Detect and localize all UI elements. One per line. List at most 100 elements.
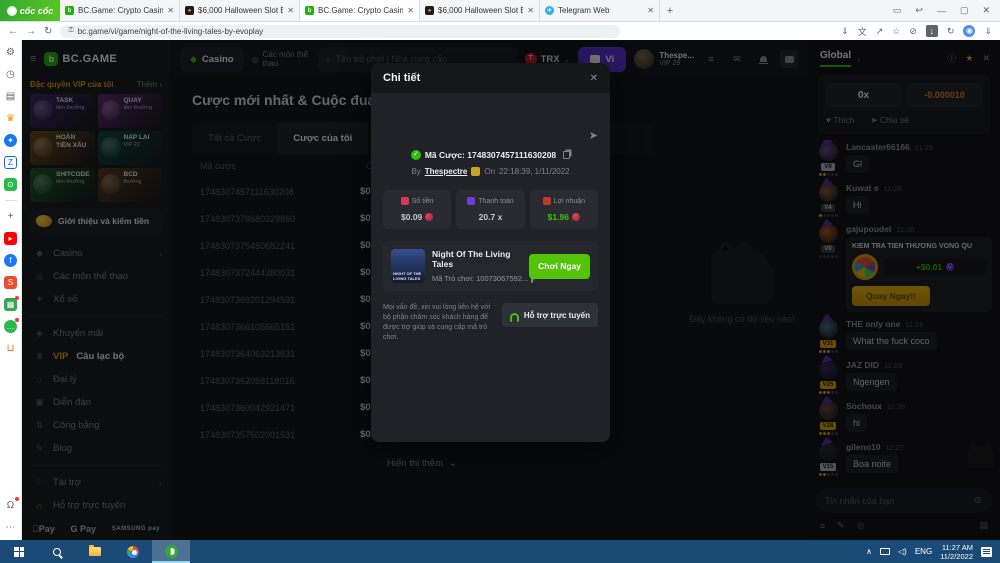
browser-tab[interactable]: ●$6,000 Halloween Slot Battle✕ <box>180 0 300 21</box>
reading-list-icon[interactable]: ▤ <box>4 90 17 103</box>
game-thumbnail[interactable]: NIGHT OF THE LIVING TALES <box>391 249 425 283</box>
reader-mode-icon[interactable]: ▭ <box>893 5 902 16</box>
halloween-favicon: ● <box>425 6 434 15</box>
network-icon[interactable] <box>880 548 890 555</box>
address-bar[interactable]: ⚿ bc.game/vi/game/night-of-the-living-ta… <box>60 25 620 38</box>
browser-logo[interactable]: cốc cốc <box>0 0 60 21</box>
forward-icon[interactable]: → <box>26 26 36 37</box>
tab-close-icon[interactable]: ✕ <box>527 6 534 15</box>
start-button[interactable] <box>0 540 38 563</box>
file-explorer-button[interactable] <box>76 540 114 563</box>
facebook-icon[interactable]: f <box>4 254 17 267</box>
back-icon[interactable]: ← <box>8 26 18 37</box>
share-icon[interactable]: ➤ <box>589 129 598 142</box>
folder-icon <box>89 547 101 556</box>
coccoc-icon <box>165 545 178 558</box>
notifications-icon[interactable]: Ω <box>4 499 17 512</box>
stat-value: 20.7 x <box>460 212 520 222</box>
maximize-icon[interactable]: ▢ <box>960 5 969 16</box>
language-indicator[interactable]: ENG <box>915 547 932 556</box>
trx-coin-icon <box>425 213 433 221</box>
clock[interactable]: 11:27 AM 11/2/2022 <box>940 543 973 561</box>
chat-app-icon[interactable]: … <box>4 320 17 333</box>
browser-tab[interactable]: ✈Telegram Web✕ <box>540 0 660 21</box>
bookmark-star-icon[interactable]: ☆ <box>892 26 900 37</box>
emoji-badge <box>471 167 480 176</box>
chrome-icon <box>127 546 139 558</box>
tab-title: BC.Game: Crypto Casino Gan <box>78 6 163 15</box>
minimize-icon[interactable]: — <box>937 6 946 16</box>
browser-toolbar: ← → ↻ ⚿ bc.game/vi/game/night-of-the-liv… <box>0 22 1000 40</box>
tab-close-icon[interactable]: ✕ <box>407 6 414 15</box>
adblock-icon[interactable]: ⊘ <box>909 26 917 37</box>
stat-icon <box>467 197 475 205</box>
share-icon[interactable]: ↗ <box>876 26 884 37</box>
windows-icon <box>14 547 24 557</box>
action-center-icon[interactable] <box>981 547 992 557</box>
notification-dot <box>15 296 19 300</box>
bcgame-favicon: b <box>65 6 74 15</box>
game-card: NIGHT OF THE LIVING TALES Night Of The L… <box>383 241 598 291</box>
telegram-favicon: ✈ <box>545 6 554 15</box>
lock-icon: ⚿ <box>68 27 73 35</box>
more-icon[interactable]: ⋯ <box>4 521 17 534</box>
download-icon[interactable]: ↓ <box>926 25 938 37</box>
taskbar-search-button[interactable] <box>38 540 76 563</box>
youtube-icon[interactable]: ▸ <box>4 232 17 245</box>
gamepad-icon[interactable]: ⊙ <box>4 178 17 191</box>
headset-icon <box>510 313 519 319</box>
cart-icon[interactable]: ⊔ <box>4 342 17 355</box>
volume-icon[interactable]: ◁) <box>898 547 907 556</box>
send-to-device-icon[interactable]: ↩ <box>915 5 923 16</box>
stat-label: Lợi nhuận <box>554 198 585 205</box>
live-support-button[interactable]: Hỗ trợ trực tuyến <box>502 303 598 327</box>
verified-check-icon: ✓ <box>411 150 421 160</box>
coccoc-button[interactable] <box>152 540 190 563</box>
extensions-icon[interactable]: ↻ <box>947 26 955 37</box>
browser-tab[interactable]: b BC.Game: Crypto Casino Gan ✕ <box>60 0 180 21</box>
coccoc-logo-icon <box>7 6 17 16</box>
rewards-icon[interactable]: ▦ <box>4 298 17 311</box>
browser-brand-label: cốc cốc <box>20 6 54 16</box>
stat-icon <box>401 197 409 205</box>
add-icon[interactable]: + <box>4 210 17 223</box>
zalo-icon[interactable]: Z <box>4 156 17 169</box>
game-title: Night Of The Living Tales <box>432 249 522 269</box>
new-tab-button[interactable]: + <box>660 0 680 21</box>
browser-tab[interactable]: bBC.Game: Crypto Casino Gan✕ <box>300 0 420 21</box>
stat-lợi-nhuận: Lợi nhuận $1.96 <box>530 190 598 229</box>
downloads-tray-icon[interactable]: ⇓ <box>984 26 992 37</box>
stat-value: $1.96 <box>534 212 594 222</box>
bettor-username-link[interactable]: Thespectre <box>425 167 468 176</box>
messenger-icon[interactable]: ✦ <box>4 134 17 147</box>
tab-title: BC.Game: Crypto Casino Gan <box>318 6 403 15</box>
chrome-button[interactable] <box>114 540 152 563</box>
shopee-icon[interactable]: S <box>4 276 17 289</box>
save-page-icon[interactable]: ⇓ <box>841 26 849 37</box>
close-icon[interactable]: ✕ <box>982 5 990 16</box>
settings-icon[interactable]: ⚙ <box>4 46 17 59</box>
tab-close-icon[interactable]: ✕ <box>167 6 174 15</box>
copy-icon[interactable] <box>563 151 570 159</box>
history-icon[interactable]: ◷ <box>4 68 17 81</box>
url-text: bc.game/vi/game/night-of-the-living-tale… <box>78 27 263 36</box>
play-now-button[interactable]: Chơi Ngay <box>529 254 590 279</box>
notification-dot <box>15 318 19 322</box>
tab-close-icon[interactable]: ✕ <box>647 6 654 15</box>
browser-tab[interactable]: ●$6,000 Halloween Slot Battle✕ <box>420 0 540 21</box>
browser-tab-strip: cốc cốc bBC.Game: Crypto Casino Gan✕●$6,… <box>0 0 1000 22</box>
close-icon[interactable]: ✕ <box>590 73 598 84</box>
bet-details-modal: Chi tiết ✕ ➤ ✓ Mã Cược: 1748307457111630… <box>371 63 610 442</box>
windows-taskbar: ∧ ◁) ENG 11:27 AM 11/2/2022 <box>0 540 1000 563</box>
browser-side-rail: ⚙ ◷ ▤ ♛ ✦ Z ⊙ + ▸ fS ▦ … ⊔ Ω ⋯ <box>0 40 22 540</box>
crown-icon[interactable]: ♛ <box>4 112 17 125</box>
translate-icon[interactable]: 文 <box>858 25 867 38</box>
profile-icon[interactable]: ◉ <box>963 25 975 37</box>
tray-expand-icon[interactable]: ∧ <box>866 547 872 556</box>
screen: cốc cốc bBC.Game: Crypto Casino Gan✕●$6,… <box>0 0 1000 563</box>
on-label: On <box>484 167 495 176</box>
search-icon <box>53 548 61 556</box>
tab-close-icon[interactable]: ✕ <box>287 6 294 15</box>
halloween-favicon: ● <box>185 6 194 15</box>
reload-icon[interactable]: ↻ <box>44 26 52 37</box>
